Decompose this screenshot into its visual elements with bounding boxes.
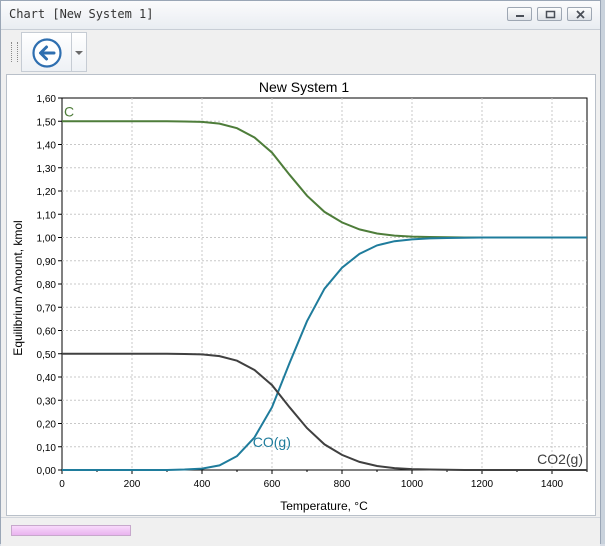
y-tick-label: 1,50 [37,117,57,128]
y-tick-label: 0,90 [37,257,57,268]
x-tick-label: 0 [59,479,65,490]
minimize-button[interactable] [507,7,532,21]
x-axis-label: Temperature, °C [280,499,368,513]
chevron-down-icon [75,51,83,55]
y-tick-label: 1,60 [37,94,57,105]
series-label-CO2: CO2(g) [537,451,583,467]
chart-window: Chart [New System 1] New System 1 Equili… [0,0,601,546]
y-tick-label: 0,40 [37,373,57,384]
close-icon [576,10,585,19]
close-button[interactable] [567,7,592,21]
plot-frame [61,97,588,471]
window-title: Chart [New System 1] [9,7,154,21]
back-dropdown-button[interactable] [71,32,87,72]
y-tick-label: 1,20 [37,187,57,198]
x-tick-label: 1000 [401,479,424,490]
series-label-C: C [64,103,74,119]
y-tick-label: 1,40 [37,141,57,152]
y-tick-label: 1,00 [37,234,57,245]
x-tick-label: 400 [194,479,211,490]
y-tick-label: 0,10 [37,443,57,454]
y-tick-label: 0,00 [37,466,57,477]
plot-area: 0,00 0,10 0,20 0,30 0,40 0,50 0,60 0,70 0,80 0,90… [37,94,588,490]
y-tick-label: 0,70 [37,303,57,314]
background-window-edge [601,0,605,544]
y-tick-label: 0,60 [37,327,57,338]
progress-bar [11,525,131,536]
series-label-CO: CO(g) [253,434,291,450]
y-tick-label: 1,10 [37,210,57,221]
maximize-button[interactable] [537,7,562,21]
minimize-icon [516,15,524,17]
back-button[interactable] [21,32,71,72]
y-axis-label: Equilibrium Amount, kmol [11,220,25,355]
x-tick-label: 200 [124,479,141,490]
toolbar [1,30,600,74]
y-tick-label: 1,30 [37,164,57,175]
maximize-icon [545,10,556,19]
title-bar[interactable]: Chart [New System 1] [1,1,600,30]
y-tick-label: 0,80 [37,280,57,291]
back-arrow-icon [32,38,62,68]
chart-title: New System 1 [259,79,349,95]
status-bar [1,517,600,546]
x-tick-label: 1200 [471,479,494,490]
y-tick-label: 0,50 [37,350,57,361]
equilibrium-chart[interactable]: New System 1 Equilibrium Amount, kmol Te… [7,75,595,515]
toolbar-grip[interactable] [11,42,18,62]
y-tick-label: 0,30 [37,396,57,407]
x-tick-label: 600 [264,479,281,490]
x-tick-label: 1400 [541,479,564,490]
y-tick-label: 0,20 [37,420,57,431]
x-tick-label: 800 [334,479,351,490]
chart-panel: New System 1 Equilibrium Amount, kmol Te… [6,74,596,516]
